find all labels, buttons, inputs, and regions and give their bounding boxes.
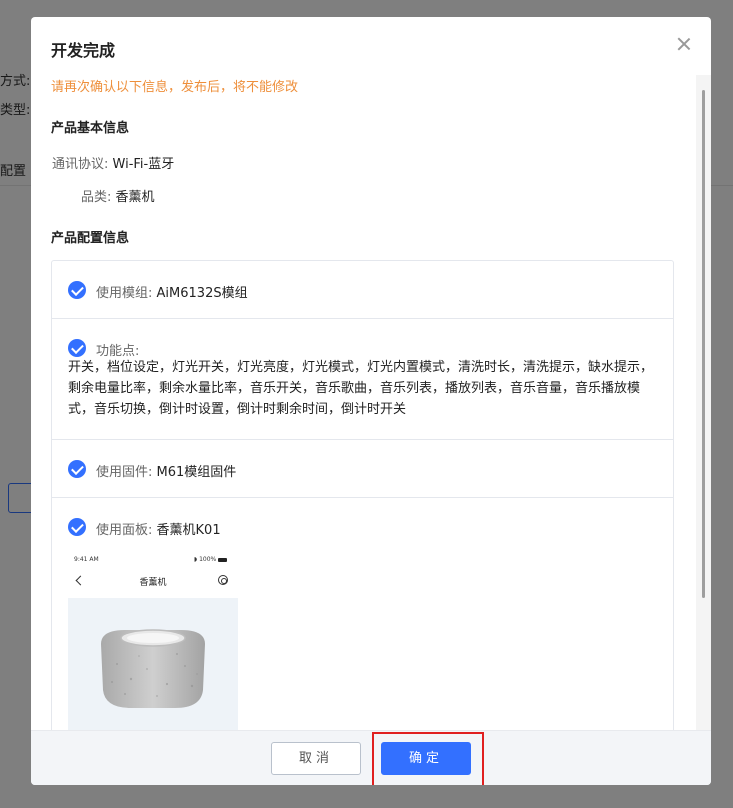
check-circle-icon — [68, 339, 86, 357]
panel-preview-phone: 9:41 AM ◗ 100% 香薰机 — [68, 551, 238, 739]
settings-icon — [218, 575, 228, 585]
check-circle-icon — [68, 460, 86, 478]
dialog-scrollbar[interactable] — [696, 75, 711, 730]
firmware-label: 使用固件: M61模组固件 — [96, 461, 236, 480]
warning-text: 请再次确认以下信息，发布后，将不能修改 — [51, 80, 299, 95]
panel-key: 使用面板: — [96, 523, 153, 538]
phone-time: 9:41 AM — [74, 556, 99, 563]
features-row: 功能点: 开关，档位设定，灯光开关，灯光亮度，灯光模式，灯光内置模式，清洗时长，… — [52, 319, 673, 440]
dialog-title: 开发完成 — [51, 41, 116, 60]
module-key: 使用模组: — [96, 286, 153, 301]
category-row: 品类: 香薰机 — [81, 186, 155, 205]
dialog-footer: 取消 确定 — [31, 730, 711, 785]
phone-status-right: ◗ 100% — [194, 556, 228, 563]
firmware-value: M61模组固件 — [156, 465, 237, 480]
publish-confirm-dialog: 开发完成 请再次确认以下信息，发布后，将不能修改 产品基本信息 通讯协议: Wi… — [31, 17, 711, 785]
config-info-title: 产品配置信息 — [51, 231, 130, 246]
category-key: 品类: — [81, 190, 112, 205]
panel-row: 使用面板: 香薰机K01 9:41 AM ◗ 100% 香薰机 — [52, 498, 673, 739]
protocol-row: 通讯协议: Wi-Fi-蓝牙 — [52, 153, 174, 172]
module-label: 使用模组: AiM6132S模组 — [96, 282, 248, 301]
scrollbar-thumb[interactable] — [702, 90, 705, 598]
category-value: 香薰机 — [115, 190, 155, 205]
battery-icon — [218, 557, 228, 562]
close-icon[interactable] — [675, 35, 693, 53]
protocol-value: Wi-Fi-蓝牙 — [112, 157, 175, 172]
protocol-key: 通讯协议: — [52, 157, 109, 172]
panel-value: 香薰机K01 — [156, 523, 221, 538]
module-value: AiM6132S模组 — [156, 286, 248, 301]
aroma-diffuser-image — [101, 629, 205, 708]
phone-body — [68, 598, 238, 739]
panel-label: 使用面板: 香薰机K01 — [96, 519, 221, 538]
basic-info-title: 产品基本信息 — [51, 121, 130, 136]
firmware-key: 使用固件: — [96, 465, 153, 480]
features-value: 开关，档位设定，灯光开关，灯光亮度，灯光模式，灯光内置模式，清洗时长，清洗提示，… — [68, 360, 654, 417]
module-row: 使用模组: AiM6132S模组 — [52, 261, 673, 319]
phone-title: 香薰机 — [139, 578, 167, 588]
wifi-icon: ◗ — [194, 556, 198, 563]
highlight-box — [372, 732, 484, 785]
phone-signal: 100% — [199, 556, 217, 563]
check-circle-icon — [68, 281, 86, 299]
firmware-row: 使用固件: M61模组固件 — [52, 440, 673, 498]
config-card: 使用模组: AiM6132S模组 功能点: 开关，档位设定，灯光开关，灯光亮度，… — [51, 260, 674, 740]
check-circle-icon — [68, 518, 86, 536]
cancel-button[interactable]: 取消 — [271, 742, 361, 775]
